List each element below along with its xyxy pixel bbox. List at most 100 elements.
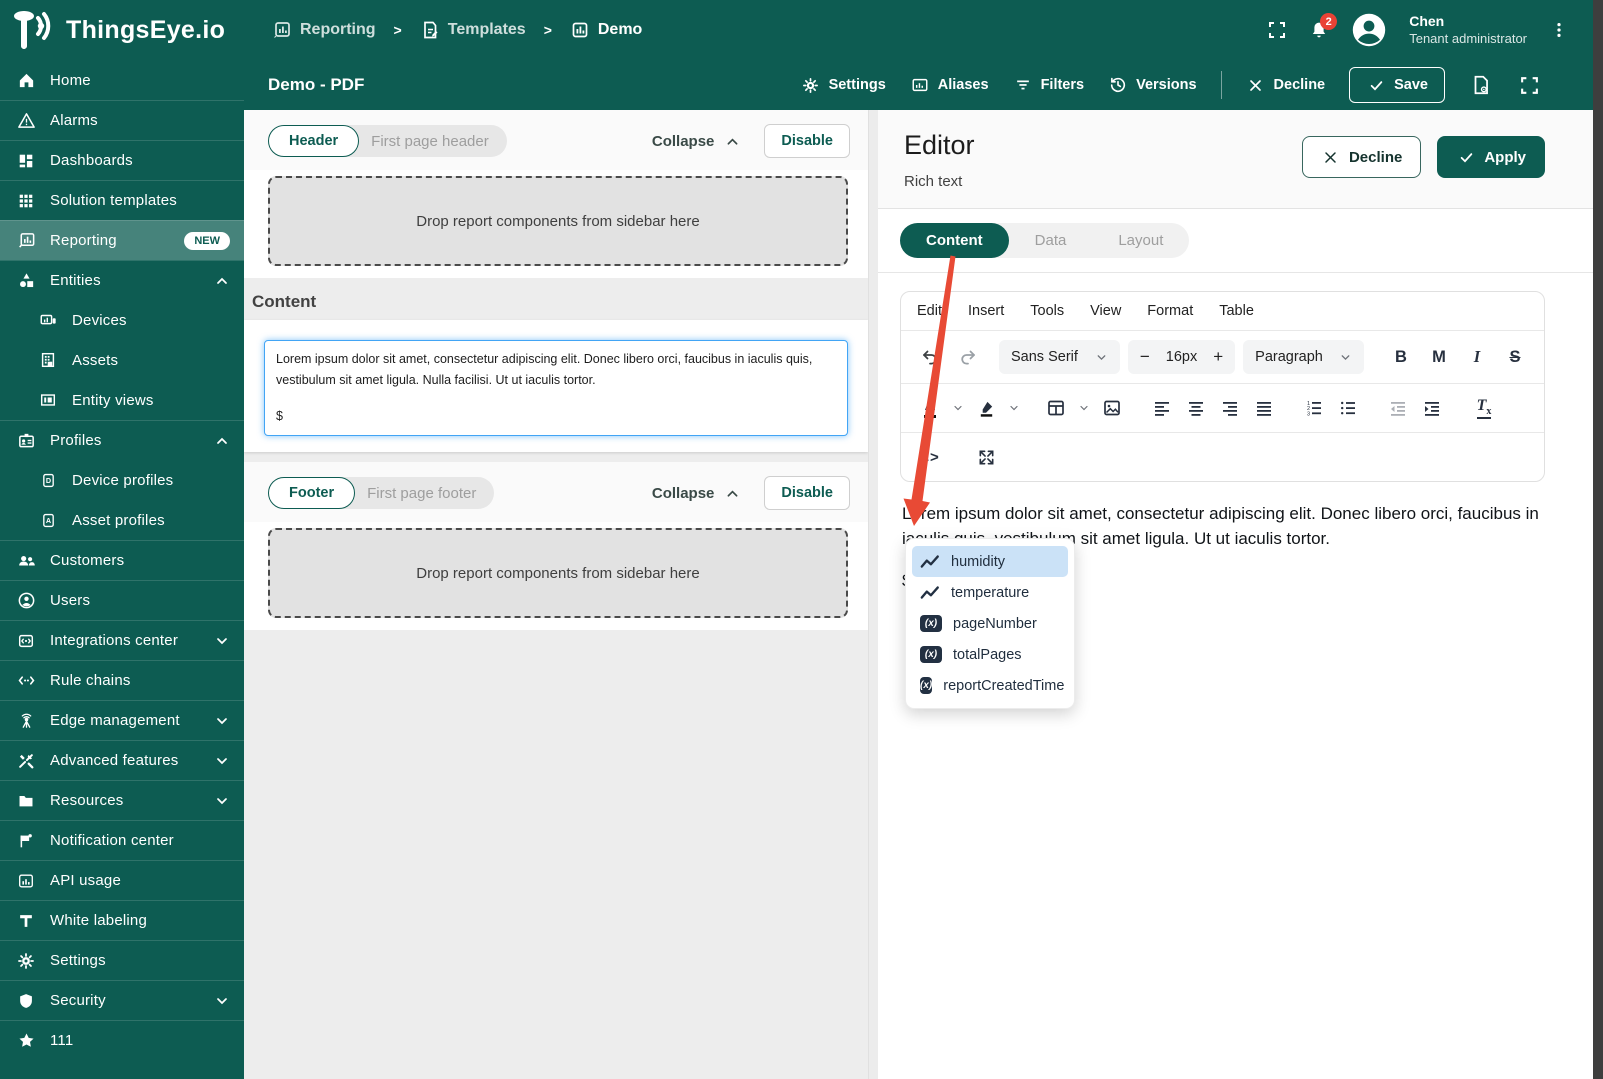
sidebar-item-rule-chains[interactable]: Rule chains bbox=[0, 660, 244, 700]
insert-image-button[interactable] bbox=[1097, 393, 1127, 423]
font-size-value[interactable]: 16px bbox=[1166, 349, 1197, 365]
sidebar-item-solution-templates[interactable]: Solution templates bbox=[0, 180, 244, 220]
editor-apply-button[interactable]: Apply bbox=[1437, 136, 1545, 178]
highlight-color-button[interactable] bbox=[971, 393, 1001, 423]
sidebar-item-advanced-features[interactable]: Advanced features bbox=[0, 740, 244, 780]
autocomplete-item-temperature[interactable]: temperature bbox=[912, 577, 1068, 608]
sidebar-item-customers[interactable]: Customers bbox=[0, 540, 244, 580]
breadcrumb-demo[interactable]: Demo bbox=[570, 20, 642, 40]
filters-button[interactable]: Filters bbox=[1013, 75, 1084, 95]
footer-collapse-button[interactable]: Collapse bbox=[652, 483, 743, 503]
sidebar-item-reporting[interactable]: Reporting NEW bbox=[0, 220, 244, 260]
export-document-icon[interactable] bbox=[1469, 73, 1493, 97]
autocomplete-item-pagenumber[interactable]: (x) pageNumber bbox=[912, 608, 1068, 639]
sidebar-item-notification-center[interactable]: Notification center bbox=[0, 820, 244, 860]
autocomplete-item-totalpages[interactable]: (x) totalPages bbox=[912, 639, 1068, 670]
bold-button[interactable]: B bbox=[1386, 342, 1416, 372]
redo-icon[interactable] bbox=[953, 342, 983, 372]
expand-fullscreen-icon[interactable] bbox=[1517, 73, 1541, 97]
clear-formatting-button[interactable]: Tx bbox=[1469, 393, 1499, 423]
menu-tools[interactable]: Tools bbox=[1030, 303, 1064, 319]
chevron-down-icon[interactable] bbox=[949, 393, 967, 423]
chevron-down-icon[interactable] bbox=[1005, 393, 1023, 423]
page-scrollbar[interactable] bbox=[1593, 0, 1603, 1079]
block-format-select[interactable]: Paragraph bbox=[1243, 340, 1364, 374]
menu-table[interactable]: Table bbox=[1219, 303, 1254, 319]
text-color-button[interactable]: A bbox=[915, 393, 945, 423]
menu-insert[interactable]: Insert bbox=[968, 303, 1004, 319]
sidebar-item-assets[interactable]: Assets bbox=[0, 340, 244, 380]
sidebar-item-alarms[interactable]: Alarms bbox=[0, 100, 244, 140]
notifications-bell[interactable]: 2 bbox=[1309, 13, 1338, 40]
header-chip-group[interactable]: Header First page header bbox=[268, 125, 507, 157]
ordered-list-button[interactable]: 123 bbox=[1299, 393, 1329, 423]
sidebar-item-settings[interactable]: Settings bbox=[0, 940, 244, 980]
panel-scrollbar[interactable] bbox=[868, 110, 878, 1079]
footer-dropzone[interactable]: Drop report components from sidebar here bbox=[268, 528, 848, 618]
menu-format[interactable]: Format bbox=[1147, 303, 1193, 319]
font-family-select[interactable]: Sans Serif bbox=[999, 340, 1120, 374]
footer-disable-button[interactable]: Disable bbox=[764, 476, 850, 510]
menu-edit[interactable]: Edit bbox=[917, 303, 942, 319]
insert-table-button[interactable] bbox=[1041, 393, 1071, 423]
save-button[interactable]: Save bbox=[1349, 67, 1445, 103]
decline-button[interactable]: Decline bbox=[1246, 75, 1325, 95]
footer-chip-group[interactable]: Footer First page footer bbox=[268, 477, 495, 509]
sidebar-item-dashboards[interactable]: Dashboards bbox=[0, 140, 244, 180]
sidebar-item-111[interactable]: 111 bbox=[0, 1020, 244, 1060]
header-dropzone[interactable]: Drop report components from sidebar here bbox=[268, 176, 848, 266]
undo-icon[interactable] bbox=[915, 342, 945, 372]
sidebar-item-asset-profiles[interactable]: A Asset profiles bbox=[0, 500, 244, 540]
bullet-list-button[interactable] bbox=[1333, 393, 1363, 423]
breadcrumb-templates[interactable]: Templates bbox=[420, 20, 526, 40]
sidebar-item-profiles[interactable]: Profiles bbox=[0, 420, 244, 460]
first-page-header-chip[interactable]: First page header bbox=[371, 133, 489, 150]
sidebar-item-device-profiles[interactable]: D Device profiles bbox=[0, 460, 244, 500]
sidebar-item-users[interactable]: Users bbox=[0, 580, 244, 620]
versions-button[interactable]: Versions bbox=[1108, 75, 1197, 95]
sidebar-item-api-usage[interactable]: API usage bbox=[0, 860, 244, 900]
align-justify-button[interactable] bbox=[1249, 393, 1279, 423]
breadcrumb-reporting[interactable]: Reporting bbox=[272, 20, 376, 40]
chevron-down-icon[interactable] bbox=[1075, 393, 1093, 423]
strikethrough-button[interactable]: S bbox=[1500, 342, 1530, 372]
italic-button[interactable]: I bbox=[1462, 342, 1492, 372]
font-size-increase-button[interactable]: + bbox=[1213, 347, 1223, 367]
sidebar-item-devices[interactable]: Devices bbox=[0, 300, 244, 340]
indent-button[interactable] bbox=[1417, 393, 1447, 423]
user-info[interactable]: Chen Tenant administrator bbox=[1409, 13, 1527, 47]
align-left-button[interactable] bbox=[1147, 393, 1177, 423]
sidebar-item-edge-management[interactable]: Edge management bbox=[0, 700, 244, 740]
footer-chip[interactable]: Footer bbox=[268, 477, 356, 509]
header-collapse-button[interactable]: Collapse bbox=[652, 131, 743, 151]
sidebar-item-white-labeling[interactable]: White labeling bbox=[0, 900, 244, 940]
header-disable-button[interactable]: Disable bbox=[764, 124, 850, 158]
autocomplete-item-humidity[interactable]: humidity bbox=[912, 546, 1068, 577]
first-page-footer-chip[interactable]: First page footer bbox=[367, 485, 476, 502]
avatar[interactable] bbox=[1351, 12, 1387, 48]
autocomplete-item-reportcreatedtime[interactable]: (x) reportCreatedTime bbox=[912, 670, 1068, 701]
sidebar-item-entity-views[interactable]: Entity views bbox=[0, 380, 244, 420]
editor-decline-button[interactable]: Decline bbox=[1301, 136, 1422, 178]
brand[interactable]: ThingsEye.io bbox=[0, 10, 244, 50]
align-right-button[interactable] bbox=[1215, 393, 1245, 423]
outdent-button[interactable] bbox=[1383, 393, 1413, 423]
sidebar-item-integrations-center[interactable]: Integrations center bbox=[0, 620, 244, 660]
header-chip[interactable]: Header bbox=[268, 125, 360, 157]
content-rich-text-input[interactable]: Lorem ipsum dolor sit amet, consectetur … bbox=[264, 340, 848, 436]
sidebar-item-security[interactable]: Security bbox=[0, 980, 244, 1020]
tab-layout[interactable]: Layout bbox=[1092, 223, 1189, 258]
aliases-button[interactable]: Aliases bbox=[910, 75, 989, 95]
font-size-decrease-button[interactable]: − bbox=[1140, 347, 1150, 367]
fullscreen-icon[interactable] bbox=[1267, 20, 1287, 40]
menu-view[interactable]: View bbox=[1090, 303, 1121, 319]
align-center-button[interactable] bbox=[1181, 393, 1211, 423]
sidebar-item-entities[interactable]: Entities bbox=[0, 260, 244, 300]
tab-data[interactable]: Data bbox=[1009, 223, 1093, 258]
sidebar-item-resources[interactable]: Resources bbox=[0, 780, 244, 820]
tab-content[interactable]: Content bbox=[900, 223, 1009, 258]
merge-tag-button[interactable]: M bbox=[1424, 342, 1454, 372]
source-code-button[interactable]: <> bbox=[915, 442, 945, 472]
sidebar-item-home[interactable]: Home bbox=[0, 60, 244, 100]
settings-button[interactable]: Settings bbox=[801, 75, 886, 95]
